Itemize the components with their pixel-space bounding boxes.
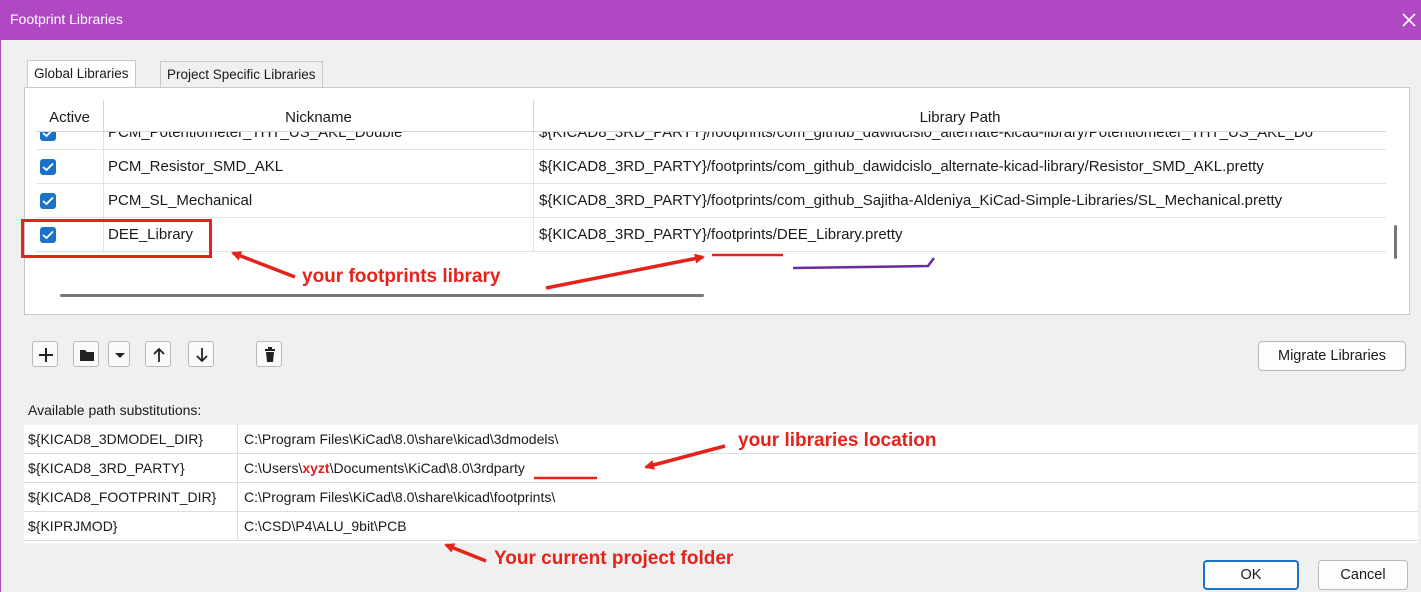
annotation-libraries-location: your libraries location xyxy=(738,430,937,451)
plus-icon xyxy=(39,348,53,362)
table-row[interactable]: PCM_SL_Mechanical ${KICAD8_3RD_PARTY}/fo… xyxy=(36,184,1386,218)
substitution-row[interactable]: ${KICAD8_3RD_PARTY} C:\Users\xyzt\Docume… xyxy=(24,454,1418,483)
close-icon[interactable] xyxy=(1397,8,1421,32)
substitution-row[interactable]: ${KIPRJMOD} C:\CSD\P4\ALU_9bit\PCB xyxy=(24,512,1418,541)
browse-folder-button[interactable] xyxy=(73,341,99,367)
horizontal-scrollbar[interactable] xyxy=(60,294,704,297)
substitution-row[interactable]: ${KICAD8_FOOTPRINT_DIR} C:\Program Files… xyxy=(24,483,1418,512)
substitution-key: ${KICAD8_3RD_PARTY} xyxy=(24,454,238,483)
substitution-value: C:\Program Files\KiCad\8.0\share\kicad\3… xyxy=(244,431,559,447)
highlight-box xyxy=(21,219,212,258)
active-checkbox[interactable] xyxy=(40,193,56,209)
annotation-project-folder: Your current project folder xyxy=(494,548,734,569)
arrow-up-icon xyxy=(153,347,165,362)
substitution-value: C:\Users\xyzt\Documents\KiCad\8.0\3rdpar… xyxy=(244,460,525,476)
chevron-down-icon xyxy=(115,353,125,358)
path-substitutions-table: ${KICAD8_3DMODEL_DIR} C:\Program Files\K… xyxy=(24,425,1418,543)
substitution-value: C:\CSD\P4\ALU_9bit\PCB xyxy=(244,518,407,534)
table-row[interactable]: DEE_Library ${KICAD8_3RD_PARTY}/footprin… xyxy=(36,218,1386,252)
substitution-key: ${KIPRJMOD} xyxy=(24,512,238,541)
move-up-button[interactable] xyxy=(145,341,171,367)
tab-project-specific-libraries[interactable]: Project Specific Libraries xyxy=(160,61,323,87)
nickname-cell[interactable]: PCM_Resistor_SMD_AKL xyxy=(104,150,534,184)
window-title: Footprint Libraries xyxy=(10,11,123,27)
add-library-button[interactable] xyxy=(32,341,58,367)
substitution-row[interactable]: ${KICAD8_3DMODEL_DIR} C:\Program Files\K… xyxy=(24,425,1418,454)
nickname-cell[interactable]: PCM_SL_Mechanical xyxy=(104,184,534,218)
migrate-libraries-button[interactable]: Migrate Libraries xyxy=(1258,341,1406,371)
path-cell[interactable]: ${KICAD8_3RD_PARTY}/footprints/DEE_Libra… xyxy=(534,218,1386,252)
library-table: Active Nickname Library Path PCM_Potenti… xyxy=(36,100,1386,290)
tab-global-libraries[interactable]: Global Libraries xyxy=(27,60,136,88)
path-cell[interactable]: ${KICAD8_3RD_PARTY}/footprints/com_githu… xyxy=(534,184,1386,218)
move-down-button[interactable] xyxy=(188,341,214,367)
folder-icon xyxy=(80,350,94,361)
username-highlight: xyzt xyxy=(302,460,330,476)
annotation-footprints-library: your footprints library xyxy=(302,266,501,287)
title-bar: Footprint Libraries xyxy=(0,0,1421,40)
delete-library-button[interactable] xyxy=(256,341,282,367)
table-row[interactable]: PCM_Resistor_SMD_AKL ${KICAD8_3RD_PARTY}… xyxy=(36,150,1386,184)
vertical-scrollbar[interactable] xyxy=(1394,225,1397,259)
substitution-key: ${KICAD8_FOOTPRINT_DIR} xyxy=(24,483,238,512)
substitution-key: ${KICAD8_3DMODEL_DIR} xyxy=(24,425,238,454)
active-checkbox[interactable] xyxy=(40,159,56,175)
arrow-down-icon xyxy=(196,348,208,363)
path-cell[interactable]: ${KICAD8_3RD_PARTY}/footprints/com_githu… xyxy=(534,150,1386,184)
path-substitutions-label: Available path substitutions: xyxy=(28,402,202,418)
folder-dropdown-button[interactable] xyxy=(108,341,130,367)
trash-icon xyxy=(265,347,275,362)
substitution-value: C:\Program Files\KiCad\8.0\share\kicad\f… xyxy=(244,489,556,505)
cancel-button[interactable]: Cancel xyxy=(1318,560,1408,590)
ok-button[interactable]: OK xyxy=(1203,560,1299,590)
